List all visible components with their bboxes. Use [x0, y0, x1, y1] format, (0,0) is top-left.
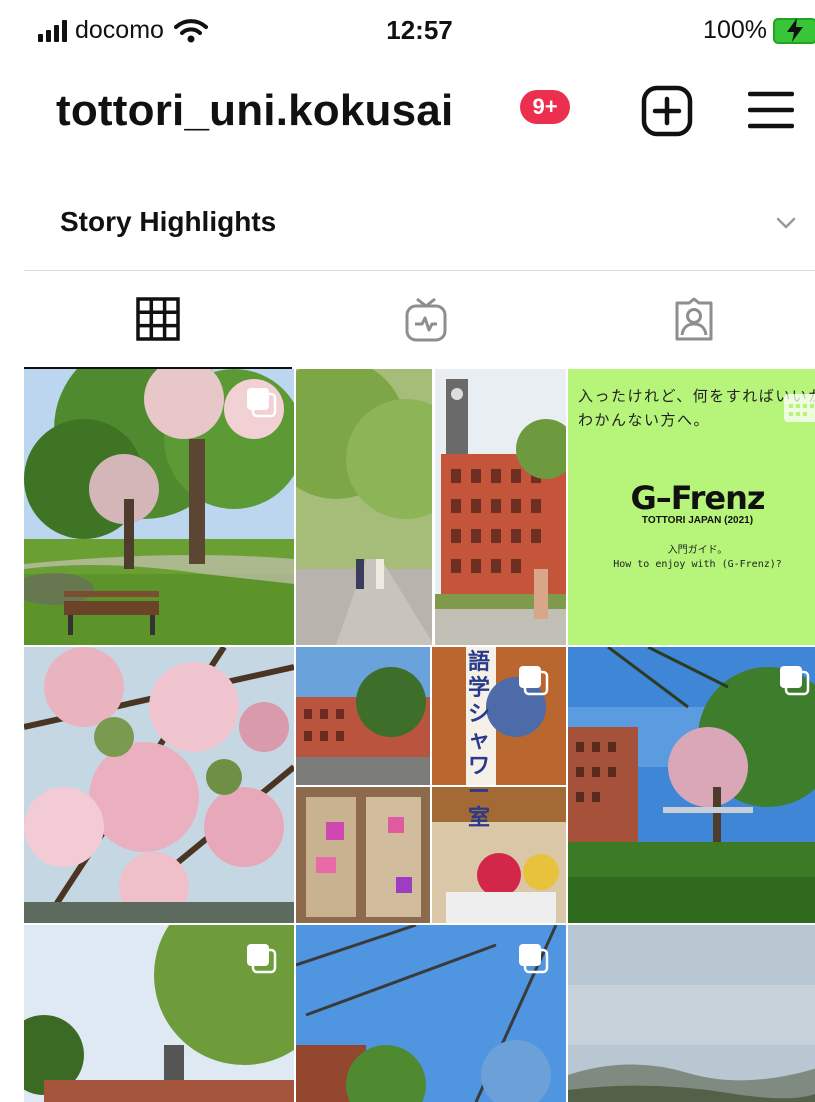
tab-posts-grid[interactable]	[24, 271, 292, 369]
notification-badge[interactable]: 9+	[520, 90, 570, 124]
post-thumbnail-language-shower[interactable]: 語学シャワー室	[296, 647, 566, 923]
post-thumbnail-clock-tower[interactable]	[24, 925, 294, 1102]
battery-group: 100%	[703, 16, 815, 45]
photo-campus-walk	[296, 369, 566, 645]
battery-percent: 100%	[703, 16, 767, 44]
post-thumbnail-blossom-building[interactable]	[568, 647, 815, 923]
photo-cherry-blossoms	[24, 647, 294, 923]
story-highlights-title: Story Highlights	[60, 206, 277, 237]
app-screen: docomo 12:57 100% tottori_uni.kokusai 9+	[0, 0, 815, 1102]
gfrenz-logo: G–Frenz	[630, 479, 766, 517]
grid-icon	[136, 297, 180, 341]
gfrenz-caption-en: How to enjoy with (G-Frenz)?	[613, 559, 782, 570]
tagged-person-icon	[675, 297, 713, 341]
gfrenz-caption-jp: 入門ガイド。	[667, 545, 728, 556]
profile-header: tottori_uni.kokusai 9+	[12, 62, 815, 162]
multiple-photos-icon	[247, 944, 277, 974]
chevron-down-icon[interactable]	[775, 216, 797, 230]
tab-tagged[interactable]	[560, 271, 815, 369]
multiple-photos-icon	[247, 388, 277, 418]
multiple-photos-icon	[519, 666, 549, 696]
battery-icon	[773, 17, 815, 44]
multiple-photos-icon	[519, 944, 549, 974]
language-shower-sign: 語学シャワー室	[468, 649, 491, 830]
multiple-photos-icon	[780, 666, 810, 696]
post-thumbnail-landscape[interactable]	[568, 925, 815, 1102]
igtv-icon	[405, 297, 447, 342]
profile-tabs	[24, 271, 815, 369]
photo-landscape	[568, 925, 815, 1102]
post-thumbnail-gfrenz[interactable]: 入ったけれど、何をすればいいか わかんない方へ。 G–Frenz TOTTORI…	[568, 369, 815, 645]
posts-grid: 入ったけれど、何をすればいいか わかんない方へ。 G–Frenz TOTTORI…	[24, 369, 815, 1102]
status-bar: docomo 12:57 100%	[12, 0, 815, 62]
post-thumbnail-bare-tree[interactable]	[296, 925, 566, 1102]
clock: 12:57	[386, 15, 453, 45]
story-highlights-row[interactable]: Story Highlights	[24, 180, 815, 271]
post-thumbnail-bench-tree[interactable]	[24, 369, 294, 645]
calendar-icon	[784, 394, 815, 422]
new-post-button[interactable]	[640, 84, 694, 138]
profile-username[interactable]: tottori_uni.kokusai	[56, 86, 453, 136]
charging-bolt-icon	[787, 17, 803, 42]
menu-button[interactable]	[748, 90, 794, 130]
gfrenz-line1: 入ったけれど、何をすればいいか	[578, 387, 815, 405]
tab-igtv[interactable]	[292, 271, 560, 369]
gfrenz-line2: わかんない方へ。	[578, 411, 711, 429]
post-thumbnail-campus-walk[interactable]	[296, 369, 566, 645]
gfrenz-subtitle: TOTTORI JAPAN (2021)	[641, 515, 754, 526]
post-thumbnail-cherry-blossoms[interactable]	[24, 647, 294, 923]
